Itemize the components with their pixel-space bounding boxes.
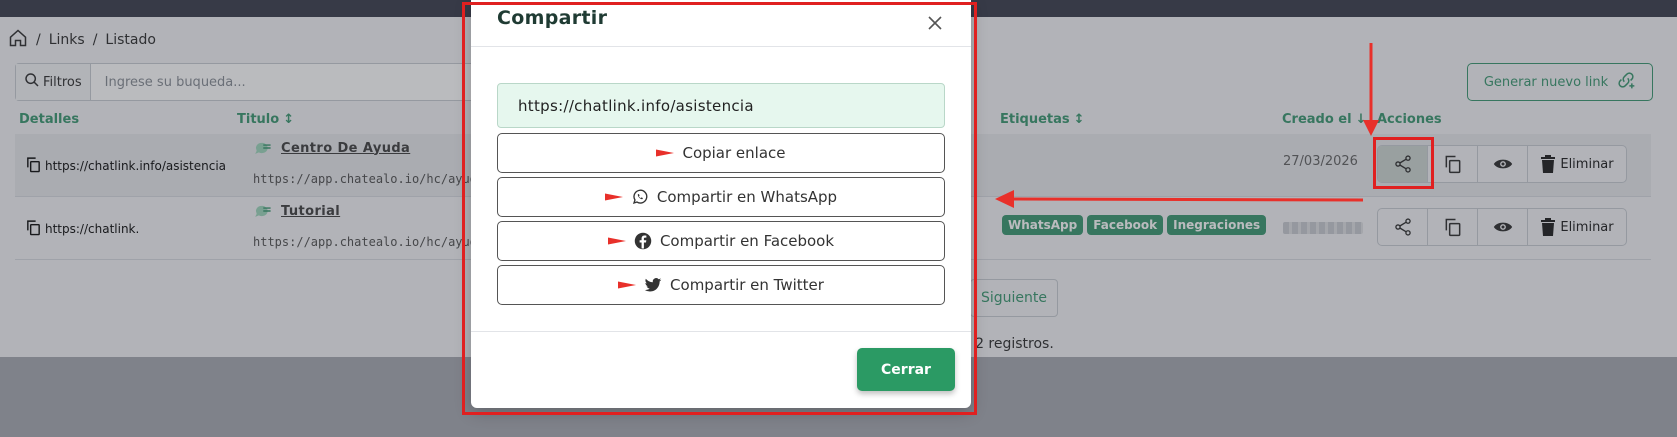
annotation-arrows xyxy=(995,43,1379,208)
annotation-arrowhead-down xyxy=(1363,120,1379,136)
annotation-arrowhead-left xyxy=(995,190,1014,208)
annotation-arrow-left xyxy=(1011,197,1364,202)
